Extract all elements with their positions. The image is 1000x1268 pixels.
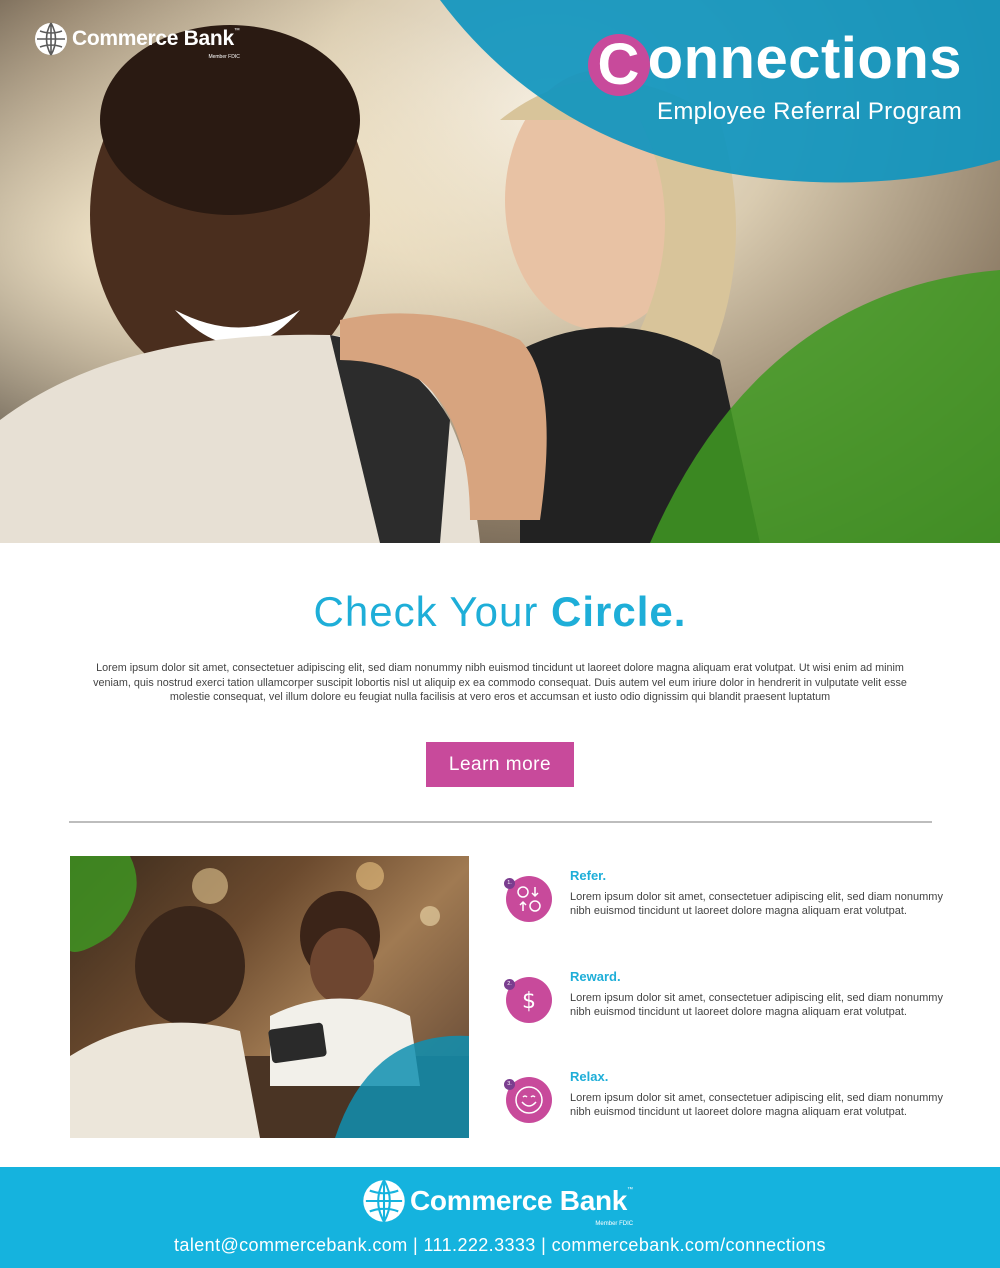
trademark: ™ [627, 1187, 634, 1193]
footer-brand-name: Commerce Bank [410, 1185, 628, 1216]
title-connections: Connections [587, 30, 962, 96]
email-link[interactable]: talent@commercebank.com [174, 1235, 408, 1255]
program-title: Connections Employee Referral Program [587, 30, 962, 126]
hero-banner: Commerce Bank™ Member FDIC Connections E… [0, 0, 1000, 543]
step-number: 3. [504, 1079, 515, 1090]
svg-text:$: $ [522, 989, 536, 1014]
brand-logo[interactable]: Commerce Bank™ Member FDIC [34, 22, 240, 60]
friends-photo [70, 856, 469, 1138]
separator: | [541, 1235, 547, 1255]
step-description: Lorem ipsum dolor sit amet, consectetuer… [570, 891, 943, 917]
headline-light: Check Your [313, 588, 552, 635]
contact-line: talent@commercebank.com | 111.222.3333 |… [0, 1235, 1000, 1256]
step-description: Lorem ipsum dolor sit amet, consectetuer… [570, 992, 943, 1018]
trademark: ™ [233, 28, 240, 34]
step-number: 2. [504, 979, 515, 990]
step-description: Lorem ipsum dolor sit amet, consectetuer… [570, 1092, 943, 1118]
title-rest: onnections [647, 26, 962, 91]
step-number: 1. [504, 878, 515, 889]
footer: Commerce Bank™ Member FDIC talent@commer… [0, 1167, 1000, 1268]
globe-icon [363, 1179, 405, 1223]
separator: | [413, 1235, 419, 1255]
phone-link[interactable]: 111.222.3333 [423, 1235, 535, 1255]
step-title: Refer. [570, 868, 607, 883]
footer-brand-logo[interactable]: Commerce Bank™ Member FDIC [362, 1179, 634, 1227]
friends-photo-scene [70, 856, 469, 1138]
intro-paragraph: Lorem ipsum dolor sit amet, consectetuer… [93, 662, 907, 704]
program-subtitle: Employee Referral Program [657, 98, 962, 125]
section-headline: Check Your Circle. [0, 588, 1000, 636]
headline-bold: Circle. [551, 588, 687, 635]
globe-icon [35, 22, 67, 56]
member-fdic: Member FDIC [208, 54, 240, 60]
step-title: Reward. [570, 969, 621, 984]
section-divider [69, 821, 932, 823]
website-link[interactable]: commercebank.com/connections [552, 1235, 826, 1255]
learn-more-button[interactable]: Learn more [426, 742, 574, 787]
brand-name: Commerce Bank [72, 27, 234, 50]
title-initial-circle: C [587, 34, 650, 96]
member-fdic: Member FDIC [595, 1221, 634, 1227]
step-title: Relax. [570, 1069, 609, 1084]
